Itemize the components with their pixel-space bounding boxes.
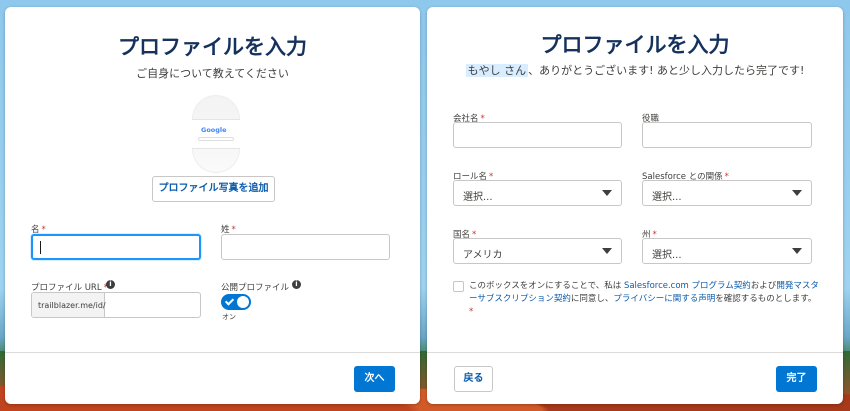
text-caret: [40, 241, 41, 254]
info-icon[interactable]: i: [292, 280, 301, 289]
program-agreement-link[interactable]: Salesforce.com プログラム契約: [624, 281, 751, 291]
country-select[interactable]: アメリカ: [453, 238, 622, 264]
finish-button[interactable]: 完了: [776, 366, 817, 392]
page-subtitle: ご自身について教えてください: [136, 67, 289, 80]
public-profile-toggle[interactable]: [221, 294, 251, 310]
public-profile-label: 公開プロファイル: [221, 283, 290, 293]
company-input[interactable]: [453, 122, 622, 148]
profile-url-prefix: trailblazer.me/id/: [32, 293, 106, 317]
next-button[interactable]: 次へ: [354, 366, 395, 392]
first-name-input[interactable]: [31, 234, 201, 260]
back-button[interactable]: 戻る: [454, 366, 493, 392]
role-select[interactable]: 選択...: [453, 180, 622, 206]
page-title: プロファイルを入力: [118, 35, 307, 59]
greeting-text: もやし さん 、ありがとうございます! あと少し入力したら完了です!: [465, 64, 805, 77]
user-name: もやし さん: [465, 64, 529, 77]
add-profile-photo-button[interactable]: プロファイル写真を追加: [152, 176, 275, 202]
state-select[interactable]: 選択...: [642, 238, 812, 264]
privacy-statement-link[interactable]: プライバシーに関する声明: [613, 294, 715, 304]
profile-step1-card: プロファイルを入力 ご自身について教えてください Google プロファイル写真…: [5, 7, 420, 404]
toggle-state-label: オン: [222, 313, 236, 321]
google-logo-icon: Google: [192, 119, 240, 149]
avatar: Google: [192, 95, 240, 173]
page-title: プロファイルを入力: [540, 33, 730, 57]
chevron-down-icon: [602, 248, 612, 254]
consent-checkbox[interactable]: [453, 281, 464, 292]
chevron-down-icon: [602, 190, 612, 196]
relation-select[interactable]: 選択...: [642, 180, 812, 206]
checkmark-icon: [224, 296, 235, 306]
info-icon[interactable]: i: [106, 280, 115, 289]
chevron-down-icon: [792, 248, 802, 254]
toggle-knob: [237, 296, 249, 308]
last-name-input[interactable]: [221, 234, 390, 260]
consent-text: このボックスをオンにすることで、私は Salesforce.com プログラム契…: [469, 281, 819, 317]
chevron-down-icon: [792, 190, 802, 196]
profile-url-input[interactable]: trailblazer.me/id/: [31, 292, 201, 318]
card-footer: 戻る 完了: [427, 352, 843, 404]
job-title-input[interactable]: [642, 122, 812, 148]
profile-step2-card: プロファイルを入力 もやし さん 、ありがとうございます! あと少し入力したら完了…: [427, 7, 843, 404]
card-footer: 次へ: [5, 352, 420, 404]
